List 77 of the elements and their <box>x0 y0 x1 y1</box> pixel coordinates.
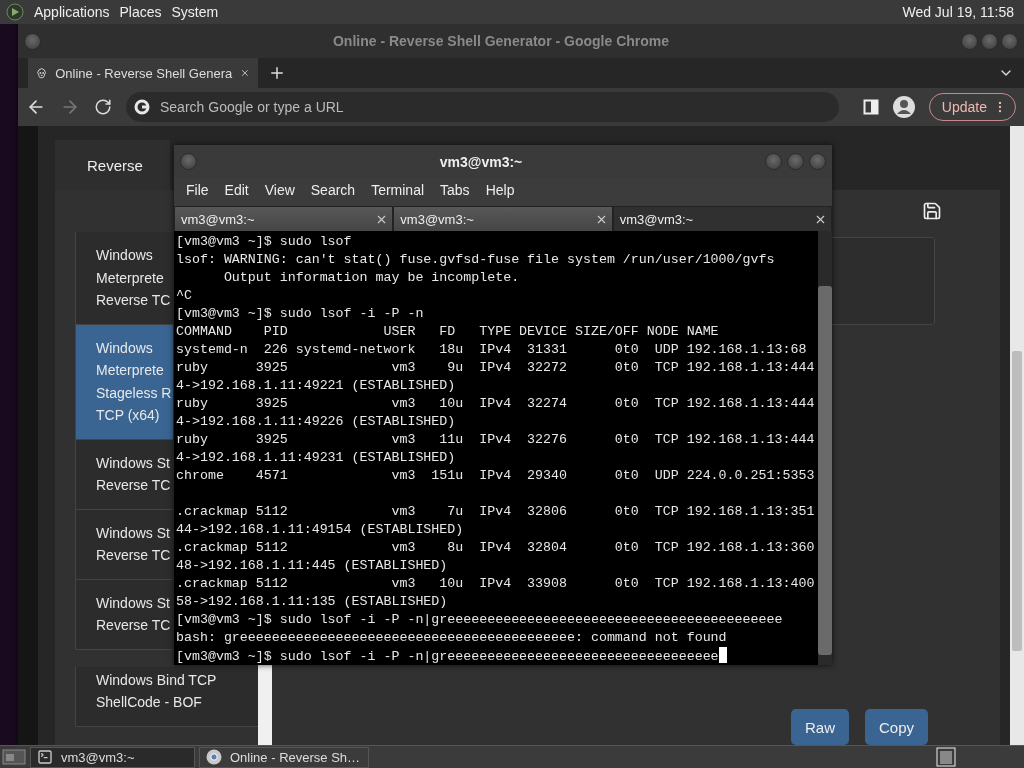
terminal-line: [vm3@vm3 ~]$ sudo lsof -i -P -n|greeeeeeeeeeeeeeeeeeeeeeeeeeeeeeeeee <box>176 647 727 665</box>
terminal-tab[interactable]: vm3@vm3:~ <box>612 206 832 231</box>
action-button[interactable]: Raw <box>790 709 849 745</box>
side-panel-icon[interactable] <box>862 99 879 115</box>
address-bar[interactable]: Search Google or type a URL <box>126 92 839 122</box>
menu-item[interactable]: Search <box>302 182 364 198</box>
skull-icon <box>36 65 48 81</box>
minimize-knob[interactable] <box>961 32 978 50</box>
panel-menu[interactable]: System <box>171 4 219 20</box>
terminal-line: chrome 4571 vm3 151u IPv4 29340 0t0 UDP 224.0.0.251:5353 <box>176 467 815 485</box>
window-menu-knob[interactable] <box>180 153 197 170</box>
terminal-line: 44->192.168.1.11:49154 (ESTABLISHED) <box>176 521 464 539</box>
sidebar-item[interactable]: Windows St Reverse TC <box>75 579 173 650</box>
terminal-line: .crackmap 5112 vm3 7u IPv4 32806 0t0 TCP 192.168.1.13:351 <box>176 503 815 521</box>
maximize-knob[interactable] <box>787 153 804 170</box>
terminal-line: lsof: WARNING: can't stat() fuse.gvfsd-fuse file system /run/user/1000/gvfs <box>176 251 775 269</box>
show-desktop-icon[interactable] <box>2 748 26 766</box>
terminal-line: ruby 3925 vm3 10u IPv4 32274 0t0 TCP 192.168.1.13:444 <box>176 395 815 413</box>
new-tab-icon[interactable] <box>268 64 286 82</box>
terminal-tab[interactable]: vm3@vm3:~ <box>393 206 613 231</box>
profile-avatar-icon[interactable] <box>892 96 915 118</box>
terminal-line: ruby 3925 vm3 11u IPv4 32276 0t0 TCP 192.168.1.13:444 <box>176 431 815 449</box>
browser-tab[interactable]: Online - Reverse Shell Genera <box>28 58 258 88</box>
terminal-line: .crackmap 5112 vm3 8u IPv4 32804 0t0 TCP 192.168.1.13:360 <box>176 539 815 557</box>
terminal-line: [vm3@vm3 ~]$ sudo lsof <box>176 233 352 251</box>
terminal-line: [vm3@vm3 ~]$ sudo lsof -i -P -n <box>176 305 424 323</box>
panel-menu[interactable]: Places <box>119 4 162 20</box>
maximize-knob[interactable] <box>981 32 998 50</box>
terminal-line: 58->192.168.1.11:135 (ESTABLISHED) <box>176 593 448 611</box>
terminal-line: 4->192.168.1.11:49221 (ESTABLISHED) <box>176 377 456 395</box>
terminal-line: .crackmap 5112 vm3 10u IPv4 33908 0t0 TCP 192.168.1.13:400 <box>176 575 815 593</box>
section-tab[interactable]: Reverse <box>55 140 170 190</box>
terminal-scrollbar[interactable] <box>818 231 832 665</box>
terminal-line: COMMAND PID USER FD TYPE DEVICE SIZE/OFF NODE NAME <box>176 323 719 341</box>
reload-icon[interactable] <box>94 98 112 116</box>
menu-item[interactable]: Help <box>477 182 523 198</box>
minimize-knob[interactable] <box>765 153 782 170</box>
action-button[interactable]: Copy <box>864 709 928 745</box>
menu-item[interactable]: Terminal <box>363 182 433 198</box>
terminal-line: 4->192.168.1.11:49226 (ESTABLISHED) <box>176 413 456 431</box>
taskbar-task[interactable]: vm3@vm3:~ <box>30 746 195 768</box>
terminal-line: systemd-n 226 systemd-network 18u IPv4 31331 0t0 UDP 192.168.1.13:68 <box>176 341 807 359</box>
terminal-line: Output information may be incomplete. <box>222 269 520 287</box>
terminal-line: ruby 3925 vm3 9u IPv4 32272 0t0 TCP 192.168.1.13:444 <box>176 359 815 377</box>
terminal-line: ^C <box>176 287 192 305</box>
close-knob[interactable] <box>1001 32 1018 50</box>
page-scrollbar[interactable] <box>1010 126 1024 745</box>
window-menu-knob[interactable] <box>24 32 41 50</box>
scrollbar[interactable] <box>258 665 272 745</box>
tab-title: Online - Reverse Shell Genera <box>55 65 233 81</box>
logo-icon <box>6 3 24 21</box>
menu-item[interactable]: File <box>178 182 217 198</box>
terminal-tab[interactable]: vm3@vm3:~ <box>174 206 394 231</box>
menu-item[interactable]: Edit <box>216 182 257 198</box>
sidebar-item[interactable]: Windows Meterprete Reverse TC <box>75 232 173 325</box>
taskbar-task[interactable]: Online - Reverse Sh… <box>199 746 369 768</box>
sidebar-item[interactable]: Windows Meterprete Stageless R TCP (x64) <box>75 324 173 440</box>
terminal-line: 48->192.168.1.11:445 (ESTABLISHED) <box>176 557 448 575</box>
terminal-line: 4->192.168.1.11:49231 (ESTABLISHED) <box>176 449 456 467</box>
terminal-line: [vm3@vm3 ~]$ sudo lsof -i -P -n|greeeeeeeeeeeeeeeeeeeeeeeeeeeeeeeeeeeeeeeeee <box>176 611 783 629</box>
window-title: vm3@vm3:~ <box>438 153 524 170</box>
address-field[interactable]: Search Google or type a URL <box>158 98 831 116</box>
sidebar-item[interactable]: Windows St Reverse TC <box>75 509 173 580</box>
panel-menu[interactable]: Applications <box>34 4 110 20</box>
menu-item[interactable]: Tabs <box>432 182 478 198</box>
save-icon[interactable] <box>922 201 942 221</box>
sidebar-item[interactable]: Windows Bind TCP ShellCode - BOF <box>75 666 258 727</box>
sidebar-item[interactable]: Windows St Reverse TC <box>75 439 173 510</box>
terminal-icon <box>37 749 53 765</box>
terminal-line: bash: greeeeeeeeeeeeeeeeeeeeeeeeeeeeeeeeeeeeeeeeee: command not found <box>176 629 727 647</box>
close-knob[interactable] <box>809 153 826 170</box>
google-icon <box>134 99 150 115</box>
menu-item[interactable]: View <box>256 182 303 198</box>
clock: Wed Jul 19, 11:58 <box>902 4 1015 20</box>
browser-icon <box>206 749 222 765</box>
window-title: Online - Reverse Shell Generator - Google Chrome <box>331 33 671 49</box>
window-list-icon[interactable] <box>936 747 956 767</box>
